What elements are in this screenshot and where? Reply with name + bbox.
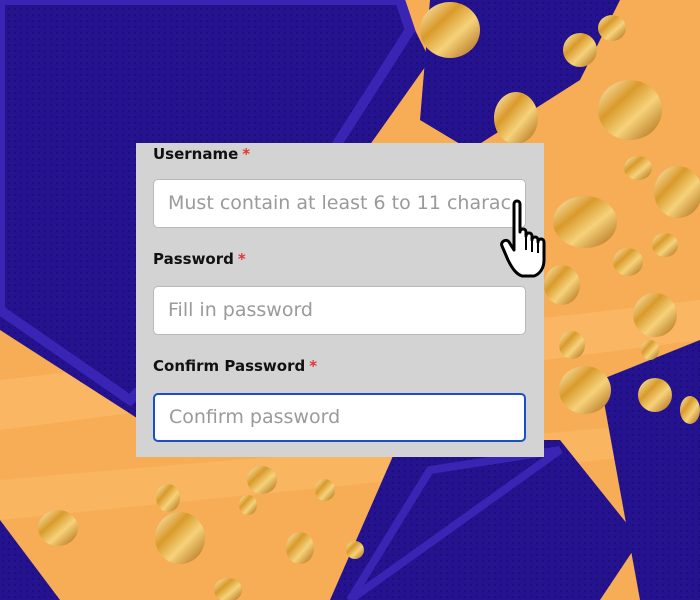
confirm-password-placeholder: Confirm password (169, 406, 341, 428)
confirm-password-required-mark: * (309, 357, 318, 375)
password-label-text: Password (153, 250, 234, 268)
username-label: Username * (153, 144, 250, 164)
password-placeholder: Fill in password (168, 299, 313, 321)
registration-form: Username * Must contain at least 6 to 11 … (136, 143, 544, 457)
password-required-mark: * (237, 250, 246, 268)
confirm-password-label: Confirm Password * (153, 356, 317, 376)
password-label: Password * (153, 249, 246, 269)
password-input[interactable]: Fill in password (153, 286, 526, 335)
pointer-hand-icon (500, 199, 546, 278)
username-label-text: Username (153, 145, 239, 163)
confirm-password-label-text: Confirm Password (153, 357, 306, 375)
username-input[interactable]: Must contain at least 6 to 11 charac (153, 179, 526, 228)
username-placeholder: Must contain at least 6 to 11 charac (168, 192, 512, 214)
username-required-mark: * (242, 145, 251, 163)
confirm-password-input[interactable]: Confirm password (153, 393, 526, 442)
